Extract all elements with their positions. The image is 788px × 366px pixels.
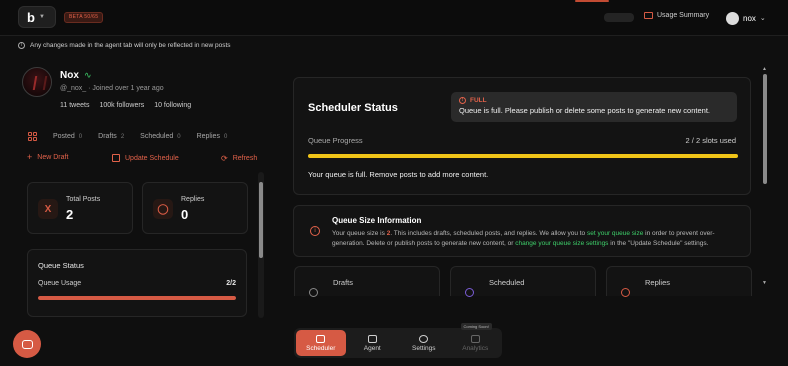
tweets-count: 11 tweets [60,102,90,109]
profile-stats: 11 tweets 100k followers 10 following [60,102,191,109]
profile-handle: @_nox_ · Joined over 1 year ago [60,85,164,92]
drafts-card: Drafts [294,266,440,297]
queue-size-info-card: i Queue Size Information Your queue size… [293,205,751,257]
user-menu-button[interactable]: nox ⌄ [720,8,772,28]
usage-summary-label: Usage Summary [657,12,710,19]
chart-icon [470,334,480,343]
agent-notice: i Any changes made in the agent tab will… [18,42,231,49]
update-schedule-button[interactable]: Update Schedule [112,154,179,162]
scroll-up-icon[interactable]: ▲ [762,66,767,72]
tab-drafts[interactable]: Drafts 2 [98,133,124,140]
reply-icon [621,288,630,297]
set-queue-size-link[interactable]: set your queue size [587,230,643,237]
scroll-thumb[interactable] [763,74,767,184]
right-scrollbar[interactable]: ▲ ▼ [761,66,769,290]
queue-usage-bar [38,296,236,300]
alert-icon: ! [459,97,466,104]
top-bar: b ▼ BETA 50/65 Usage Summary nox ⌄ [0,0,788,36]
scheduler-status-card: Scheduler Status ! FULL Queue is full. P… [293,77,751,195]
nav-analytics: Coming Soon! Analytics [451,323,501,356]
tab-scheduled[interactable]: Scheduled 0 [140,133,180,140]
chat-bubble-icon: ◯ [153,199,173,219]
queue-status-card: Queue Status Queue Usage 2/2 [27,249,247,317]
chevron-down-icon: ⌄ [759,15,766,22]
x-logo-icon: X [38,199,58,219]
profile-avatar [22,67,52,97]
refresh-icon: ⟳ [221,154,228,163]
chat-support-button[interactable] [13,330,41,358]
scheduled-card: Scheduled [450,266,596,297]
nav-settings[interactable]: Settings [399,330,449,356]
tab-replies[interactable]: Replies 0 [197,133,228,140]
left-scrollbar[interactable] [258,172,264,318]
scheduler-title: Scheduler Status [308,102,398,114]
change-queue-settings-link[interactable]: change your queue size settings [515,240,608,247]
usage-summary-button[interactable]: Usage Summary [644,12,709,19]
following-count: 10 following [154,102,192,109]
chevron-down-icon: ▼ [38,14,45,20]
nav-agent[interactable]: Agent [348,330,398,356]
total-posts-card: X Total Posts 2 [27,182,133,234]
beta-badge: BETA 50/65 [64,12,104,23]
queue-progress-fill [308,154,738,158]
workspace-switcher-button[interactable]: b ▼ [18,6,56,28]
post-tabs: Posted 0 Drafts 2 Scheduled 0 Replies 0 [28,132,227,141]
tab-posted[interactable]: Posted 0 [53,133,82,140]
replies-mini-card: Replies [606,266,752,297]
replies-card: ◯ Replies 0 [142,182,248,234]
info-icon: i [310,226,320,236]
queue-progress-bar [308,154,738,158]
queue-full-tooltip: ! FULL Queue is full. Please publish or … [451,92,737,122]
card-icon [644,12,653,19]
coming-soon-badge: Coming Soon! [460,323,492,330]
user-name: nox [743,13,756,23]
nav-scheduler[interactable]: Scheduler [296,330,346,356]
logo: b [27,9,35,25]
full-label: FULL [470,97,487,104]
info-icon: i [18,42,25,49]
robot-icon [367,334,377,343]
profile-name: Nox [60,70,79,81]
new-draft-button[interactable]: + New Draft [27,152,68,162]
calendar-icon [316,334,326,343]
draft-icon [309,288,318,297]
chat-icon [21,339,33,349]
top-accent-line [575,0,609,2]
full-message: Queue is full. Please publish or delete … [459,106,710,115]
refresh-button[interactable]: ⟳ Refresh [221,154,257,163]
grid-icon[interactable] [28,132,37,141]
calendar-icon [112,154,120,162]
followers-count: 100k followers [99,102,145,109]
notice-text: Any changes made in the agent tab will o… [30,42,231,49]
scroll-down-icon[interactable]: ▼ [762,280,767,286]
queue-info-text: Your queue size is 2. This includes draf… [332,230,715,247]
avatar [726,11,739,25]
plus-icon: + [27,152,33,162]
bottom-nav: Scheduler Agent Settings Coming Soon! An… [294,323,502,358]
activity-icon: ∿ [84,70,92,80]
queue-usage-fill [38,296,236,300]
blurred-element [604,13,634,22]
gear-icon [419,334,429,343]
clock-icon [465,288,474,297]
